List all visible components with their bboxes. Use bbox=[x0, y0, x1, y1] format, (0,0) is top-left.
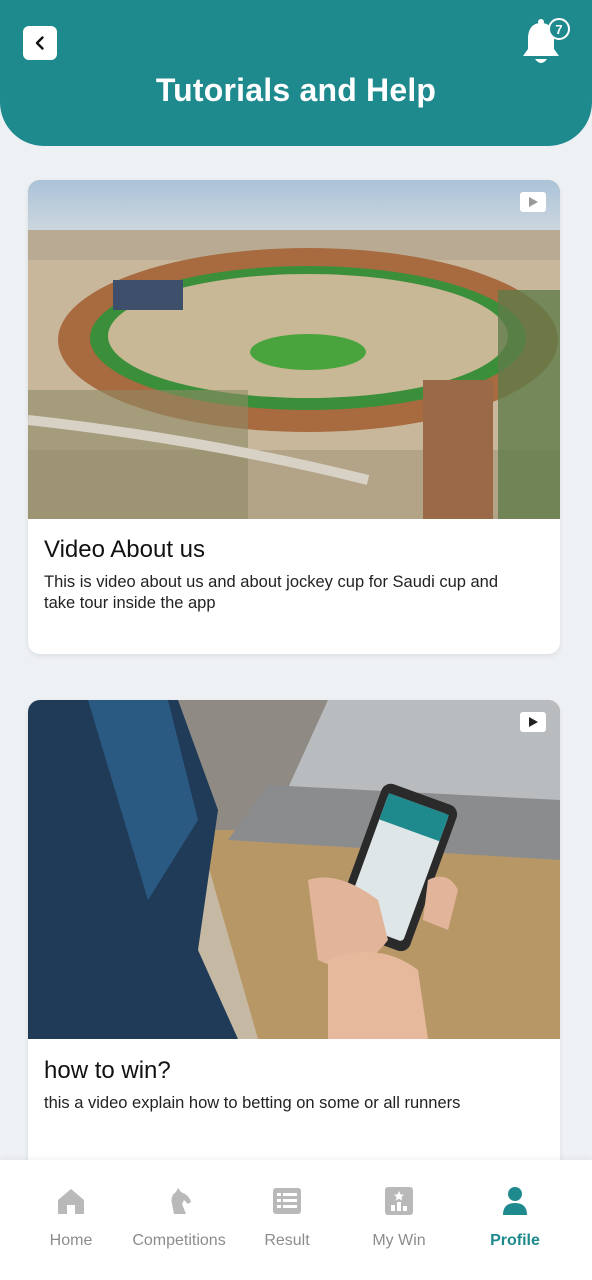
chevron-left-icon bbox=[35, 36, 44, 50]
back-button[interactable] bbox=[23, 26, 57, 60]
notifications-button[interactable]: 7 bbox=[518, 18, 570, 70]
tab-competitions[interactable]: Competitions bbox=[120, 1160, 238, 1280]
user-icon bbox=[503, 1187, 527, 1215]
video-title: Video About us bbox=[44, 536, 206, 563]
video-description: This is video about us and about jockey … bbox=[44, 573, 499, 612]
tab-label: Competitions bbox=[132, 1232, 226, 1249]
tab-label: Result bbox=[264, 1232, 310, 1249]
tab-label: Home bbox=[49, 1232, 93, 1249]
app-header: Tutorials and Help 7 bbox=[0, 0, 592, 146]
horse-icon bbox=[171, 1188, 191, 1214]
video-card-how-to-win[interactable]: how to win? this a video explain how to … bbox=[28, 700, 560, 1170]
video-card-about-us[interactable]: Video About us This is video about us an… bbox=[28, 180, 560, 654]
home-icon bbox=[58, 1189, 84, 1214]
tab-label: My Win bbox=[372, 1232, 426, 1249]
tab-label: Profile bbox=[490, 1232, 540, 1249]
video-title: how to win? bbox=[44, 1057, 171, 1084]
play-icon bbox=[520, 712, 546, 732]
page-title: Tutorials and Help bbox=[155, 72, 437, 108]
trophy-board-icon bbox=[385, 1187, 413, 1215]
tab-my-win[interactable]: My Win bbox=[340, 1160, 458, 1280]
tab-profile[interactable]: Profile bbox=[456, 1160, 574, 1280]
tab-result[interactable]: Result bbox=[228, 1160, 346, 1280]
play-icon bbox=[520, 192, 546, 212]
list-icon bbox=[273, 1188, 301, 1214]
racecourse-image bbox=[28, 180, 560, 519]
video-description: this a video explain how to betting on s… bbox=[44, 1094, 461, 1112]
notification-count-badge: 7 bbox=[548, 18, 570, 40]
tab-home[interactable]: Home bbox=[12, 1160, 130, 1280]
bottom-tab-bar: Home Competitions Result My Win Profile bbox=[0, 1160, 592, 1280]
video-thumbnail-racecourse[interactable] bbox=[28, 180, 560, 519]
video-thumbnail-phone[interactable] bbox=[28, 700, 560, 1039]
phone-in-hand-image bbox=[28, 700, 560, 1039]
